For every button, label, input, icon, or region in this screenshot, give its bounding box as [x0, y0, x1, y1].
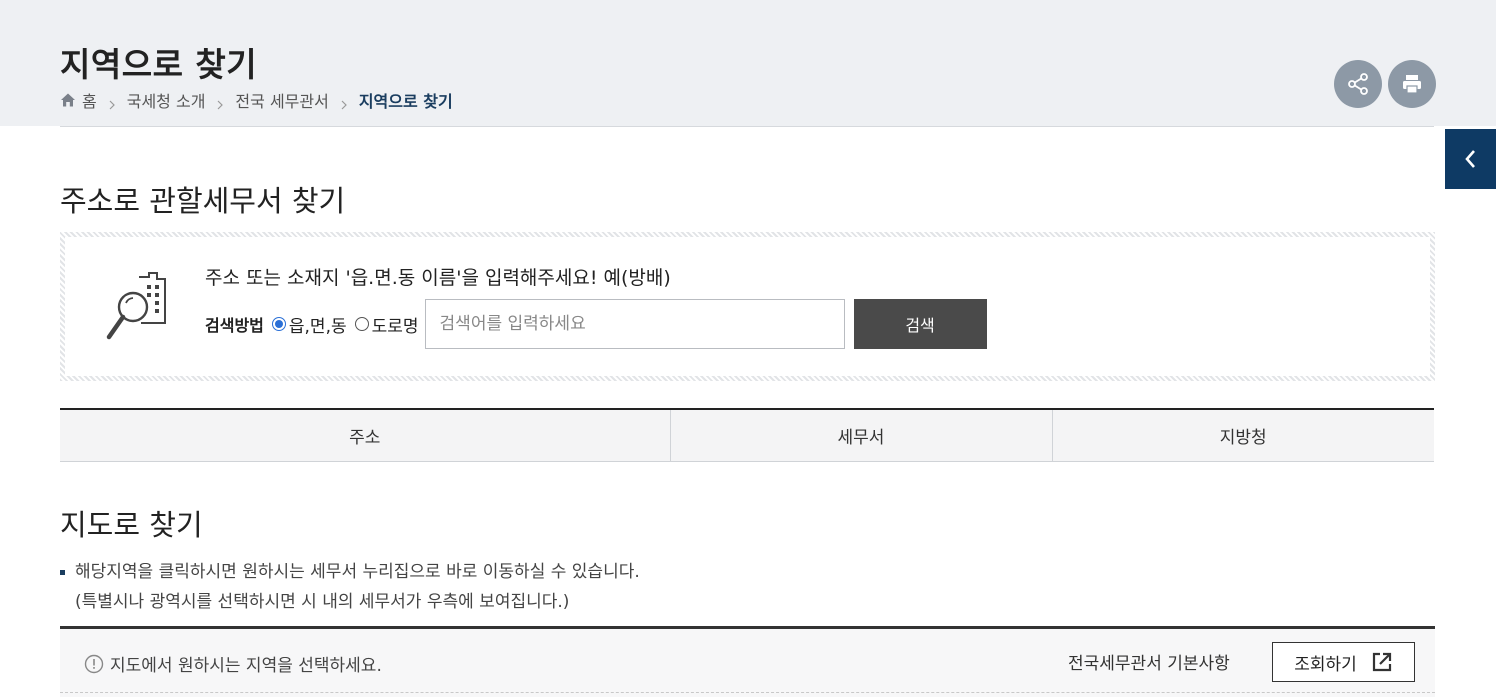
- map-toolbar: 지도에서 원하시는 지역을 선택하세요. 전국세무관서 기본사항 조회하기: [60, 626, 1435, 697]
- bullet-icon: [60, 570, 65, 575]
- breadcrumb-home[interactable]: 홈: [82, 88, 97, 112]
- basic-info-label: 전국세무관서 기본사항: [1068, 654, 1230, 674]
- column-header-regional-office: 지방청: [1051, 409, 1434, 462]
- print-icon: [1403, 75, 1421, 94]
- note-text: (특별시나 광역시를 선택하시면 시 내의 세무서가 우측에 보여집니다.): [75, 592, 570, 612]
- chevron-left-icon: [1464, 150, 1475, 168]
- print-button[interactable]: [1388, 60, 1436, 108]
- address-search-title: 주소로 관할세무서 찾기: [60, 184, 346, 218]
- list-item: (특별시나 광역시를 선택하시면 시 내의 세무서가 우측에 보여집니다.): [60, 587, 640, 617]
- inquiry-button[interactable]: 조회하기: [1272, 642, 1415, 682]
- home-icon[interactable]: [60, 92, 76, 108]
- inquiry-button-label: 조회하기: [1294, 654, 1357, 675]
- radio-eup-myeon-dong[interactable]: 읍,면,동: [271, 312, 347, 337]
- breadcrumb-offices[interactable]: 전국 세무관서: [235, 88, 328, 112]
- list-item: 해당지역을 클릭하시면 원하시는 세무서 누리집으로 바로 이동하실 수 있습니…: [60, 557, 640, 587]
- magnifier-building-icon: [105, 271, 169, 343]
- result-table: 주소 세무서 지방청: [60, 408, 1434, 462]
- chevron-right-icon: [215, 95, 225, 110]
- search-button[interactable]: 검색: [853, 299, 987, 349]
- breadcrumb: 홈 국세청 소개 전국 세무관서 지역으로 찾기: [60, 88, 453, 112]
- info-icon: [84, 654, 104, 673]
- search-guide-text: 주소 또는 소재지 '읍.면.동 이름'을 입력해주세요! 예(방배): [205, 267, 671, 289]
- search-row: 검색방법 읍,면,동 도로명 검색: [205, 299, 987, 349]
- map-notes: 해당지역을 클릭하시면 원하시는 세무서 누리집으로 바로 이동하실 수 있습니…: [60, 557, 640, 617]
- map-search-title: 지도로 찾기: [60, 508, 203, 542]
- search-method-label: 검색방법: [205, 316, 264, 335]
- external-link-icon: [1372, 652, 1391, 672]
- dashed-divider: [60, 692, 1435, 693]
- header-divider: [60, 126, 1434, 127]
- column-header-tax-office: 세무서: [669, 409, 1052, 462]
- radio-unselected-icon[interactable]: [354, 317, 369, 331]
- address-search-box: 주소 또는 소재지 '읍.면.동 이름'을 입력해주세요! 예(방배) 검색방법…: [60, 232, 1435, 381]
- page-title: 지역으로 찾기: [60, 45, 258, 84]
- radio-road-name[interactable]: 도로명: [354, 312, 419, 337]
- radio-label: 읍,면,동: [288, 316, 347, 337]
- result-table-header-row: 주소 세무서 지방청: [60, 409, 1434, 462]
- breadcrumb-current: 지역으로 찾기: [358, 92, 453, 111]
- search-input[interactable]: [424, 299, 845, 349]
- radio-label: 도로명: [371, 316, 419, 337]
- note-text: 해당지역을 클릭하시면 원하시는 세무서 누리집으로 바로 이동하실 수 있습니…: [75, 562, 640, 582]
- radio-selected-icon[interactable]: [271, 317, 286, 331]
- chevron-right-icon: [339, 95, 349, 110]
- share-icon: [1348, 73, 1368, 95]
- breadcrumb-about[interactable]: 국세청 소개: [127, 88, 206, 112]
- column-header-address: 주소: [60, 409, 670, 462]
- chevron-right-icon: [107, 95, 117, 110]
- map-info-text: 지도에서 원하시는 지역을 선택하세요.: [110, 656, 382, 676]
- share-button[interactable]: [1334, 60, 1382, 108]
- map-info: 지도에서 원하시는 지역을 선택하세요.: [84, 651, 382, 676]
- side-panel-toggle[interactable]: [1445, 129, 1496, 189]
